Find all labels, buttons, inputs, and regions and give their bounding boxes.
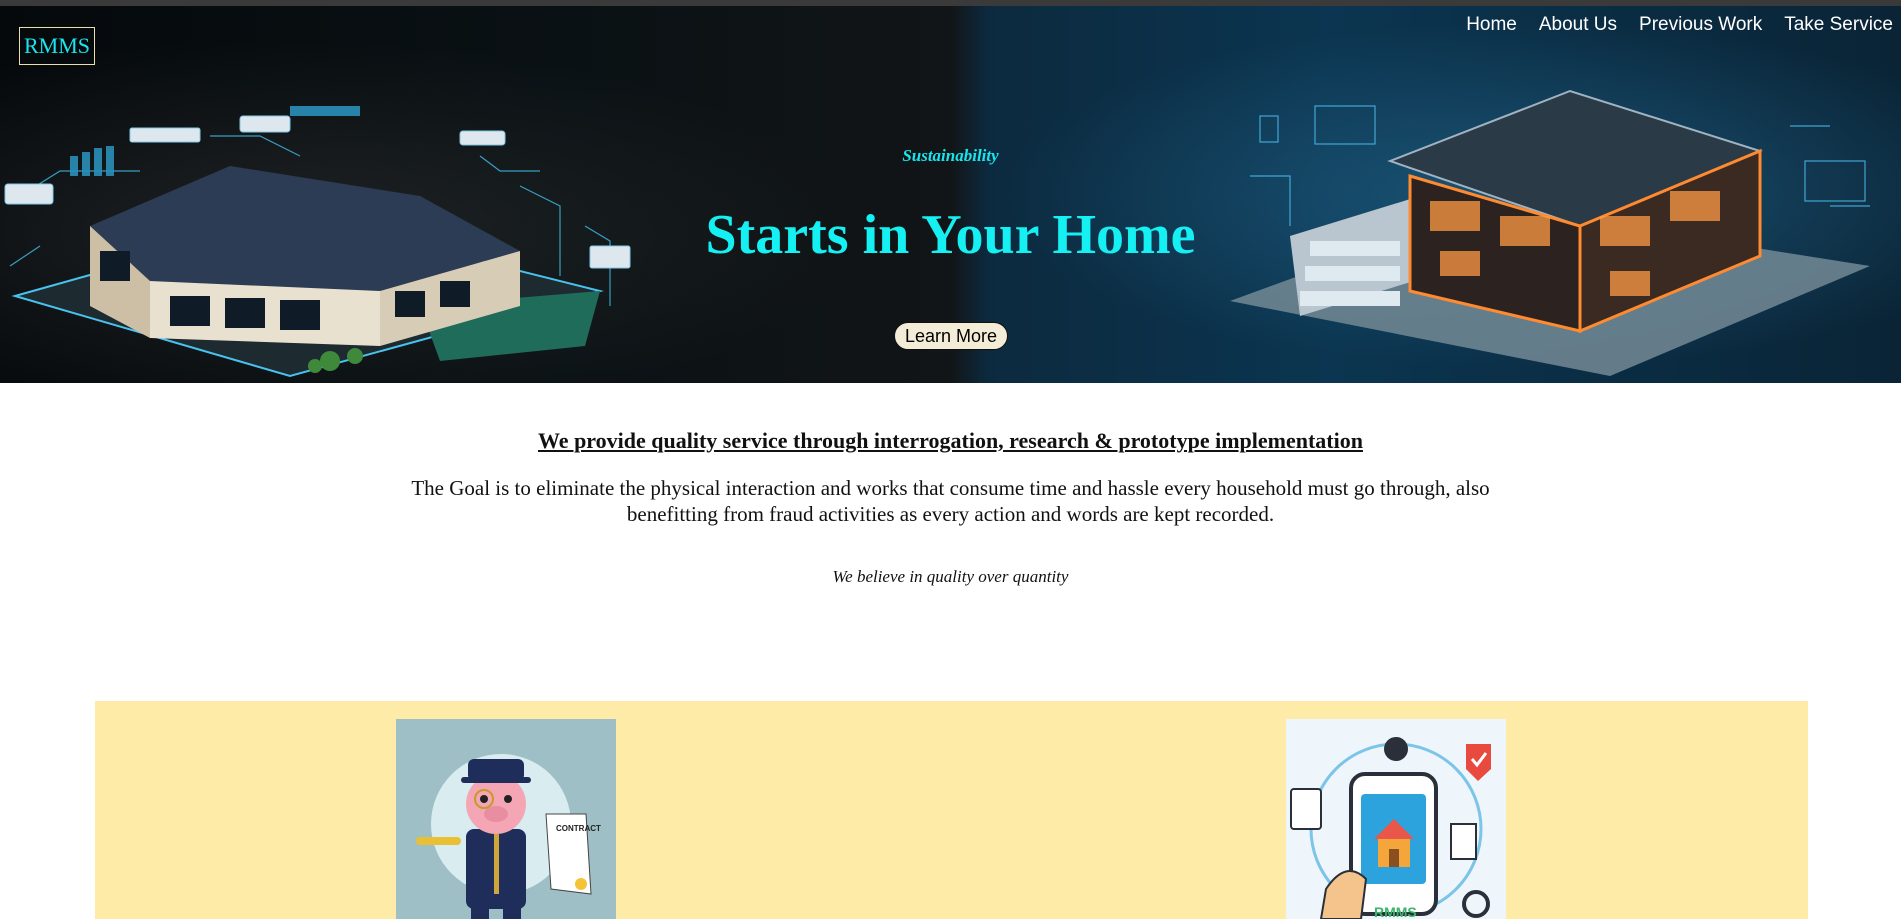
hero-subtitle: Sustainability <box>902 146 999 165</box>
app-label: RMMS <box>1374 904 1417 919</box>
hero-title: Starts in Your Home <box>705 204 1196 266</box>
learn-more-button[interactable]: Learn More <box>894 322 1008 350</box>
service-headline: We provide quality service through inter… <box>538 428 1363 453</box>
contract-pig-image: CONTRACT <box>396 719 616 919</box>
nav-item-previous-work[interactable]: Previous Work <box>1639 14 1762 36</box>
nav-item-home[interactable]: Home <box>1466 14 1517 36</box>
tagline: We believe in quality over quantity <box>832 567 1069 586</box>
nav-item-take-service[interactable]: Take Service <box>1784 14 1893 36</box>
brand-logo[interactable]: RMMS <box>19 27 95 65</box>
smart-home-phone-image: RMMS <box>1286 719 1506 919</box>
hero-banner: RMMS Home About Us Previous Work Take Se… <box>0 6 1901 383</box>
features-panel <box>95 701 1808 919</box>
main-nav: Home About Us Previous Work Take Service <box>1466 14 1893 36</box>
contract-label: CONTRACT <box>556 824 601 833</box>
nav-item-about-us[interactable]: About Us <box>1539 14 1617 36</box>
goal-paragraph: The Goal is to eliminate the physical in… <box>411 476 1490 526</box>
